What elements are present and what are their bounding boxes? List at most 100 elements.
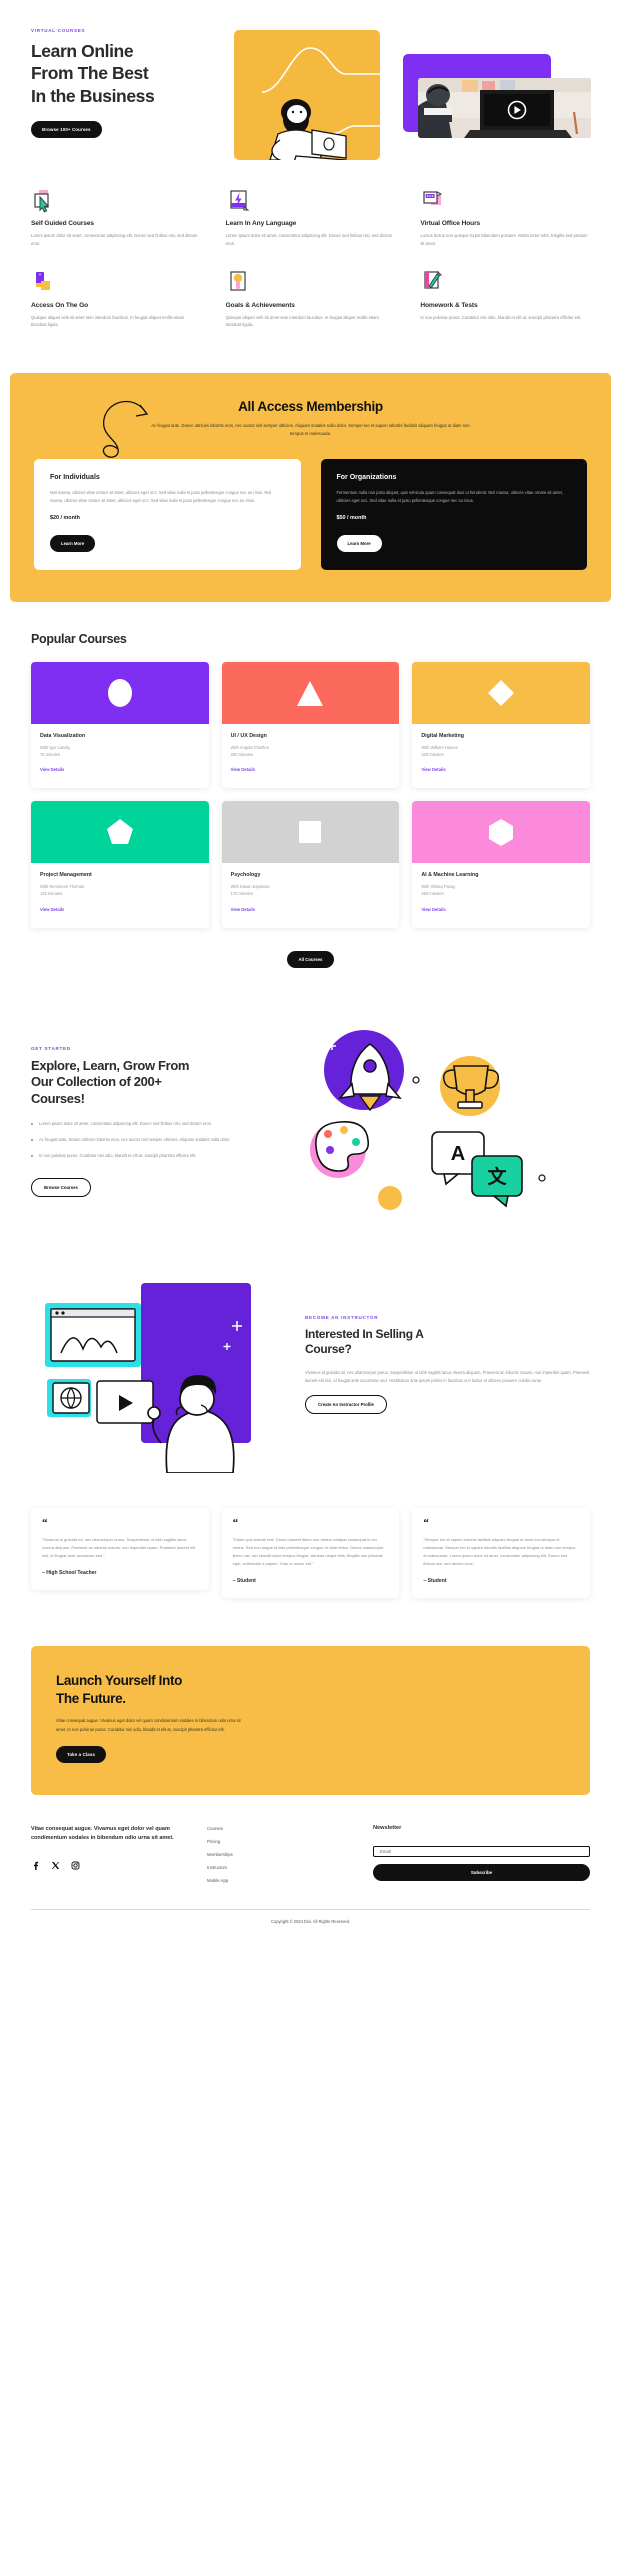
explore-eyebrow: GET STARTED [31,1045,71,1051]
section-title: Popular Courses [31,631,127,646]
subscribe-button[interactable]: Subscribe [373,1863,590,1881]
plan-card-organizations: For Organizations Fermentum nulla non ju… [320,459,587,570]
instructor-description: Vivamus id gravida mi, nec ullamcorper p… [305,1369,590,1383]
explore-title-line-3: Courses! [31,1090,85,1106]
instructor-title-line-1: Interested In Selling A [305,1326,424,1341]
footer-link-memberships[interactable]: Memberships [207,1852,357,1857]
view-details-link[interactable]: View Details [231,907,255,912]
course-card[interactable]: Project Management With Rensmore Thomas … [31,801,209,928]
course-duration: 260 minutes [421,891,444,897]
explore-illustration: A 文 [256,1028,590,1213]
explore-title-line-1: Explore, Learn, Grow From [31,1057,190,1073]
copyright-text: Copyright © 2024 Divi. All Rights Reserv… [270,1918,350,1924]
feature-description: Luctus lectus non quisque turpis bibendu… [420,233,588,246]
feature-description: Quisque aliquet velit sit amet sem inter… [225,314,379,328]
svg-text:文: 文 [487,1165,507,1188]
course-card[interactable]: AI & Machine Learning With Ishtiaq Parag… [412,801,590,928]
email-field[interactable] [373,1845,590,1857]
features-grid: Self Guided Courses Lorem ipsum dolor si… [0,170,621,361]
feature-title: Goals & Achievements [225,301,295,309]
footer-link-instructors[interactable]: Instructors [207,1865,357,1870]
hero-eyebrow: VIRTUAL COURSES [31,28,86,33]
plan-description: Fermentum nulla non justo aliquet, quis … [336,490,563,503]
browse-courses-button[interactable]: Browse 100+ Courses [31,121,102,139]
all-courses-button[interactable]: All Courses [286,950,335,968]
explore-bullet-list: Lorem ipsum dolor sit amet, consectetur … [31,1120,238,1159]
course-body: Psychology With Kason Espinosa 170 minut… [222,863,400,927]
footer-link-pricing[interactable]: Pricing [207,1839,357,1844]
course-thumbnail [31,801,209,864]
cta-title: Launch Yourself Into The Future. [56,1672,565,1707]
testimonial-card: “ "Semper leo et sapien lobortis facilis… [412,1507,590,1599]
feature-self-guided-courses: Self Guided Courses Lorem ipsum dolor si… [31,188,201,248]
newsletter-title: Newsletter [373,1824,402,1831]
svg-text:A: A [451,1143,465,1165]
feature-homework-tests: Homework & Tests In non pulvinar purus. … [420,270,590,330]
footer-link-courses[interactable]: Courses [207,1826,357,1831]
x-twitter-icon[interactable] [51,1861,60,1870]
feature-title: Self Guided Courses [31,220,94,227]
plan-price: $20 / month [50,514,80,521]
view-details-link[interactable]: View Details [421,907,445,912]
create-instructor-profile-button[interactable]: Create An Instructor Profile [305,1394,387,1414]
instructor-section: BECOME AN INSTRUCTOR Interested In Selli… [0,1243,621,1494]
person-laptop-illustration [261,47,380,160]
page-title: Learn Online From The Best In the Busine… [31,40,191,107]
view-details-link[interactable]: View Details [421,767,445,772]
course-duration: 320 minutes [421,752,444,758]
pentagon-shape-icon [106,819,133,845]
course-card[interactable]: UI / UX Design With Angela Charlton 200 … [221,661,400,789]
quote-icon: “ [232,1516,239,1529]
view-details-link[interactable]: View Details [231,767,255,772]
facebook-icon[interactable] [31,1861,40,1870]
instructor-title-line-2: Course? [305,1342,352,1357]
feature-title: Homework & Tests [420,301,478,309]
plan-price: $50 / month [336,514,367,521]
course-card[interactable]: Psychology With Kason Espinosa 170 minut… [221,801,400,928]
cursor-click-icon [31,188,57,214]
instagram-icon[interactable] [71,1861,80,1870]
membership-subtitle: Ac feugiat ante. Donec ultricies loborti… [151,423,470,437]
pricing-plans: For Individuals Nisl massa, ultrices vit… [34,459,587,570]
hero-section: VIRTUAL COURSES Learn Online From The Be… [0,0,621,170]
footer-newsletter-column: Newsletter Subscribe [373,1825,590,1891]
list-item: In non pulvinar purus. Curabitur nisi od… [31,1152,238,1160]
course-card[interactable]: Data Visualization With Igor Landry 75 m… [31,661,209,789]
popular-courses-section: Popular Courses Data Visualization With … [0,602,621,986]
hero-video-thumbnail[interactable] [418,78,591,138]
plan-learn-more-button[interactable]: Learn More [50,534,96,552]
medal-award-icon [226,270,252,296]
plan-title: For Organizations [336,474,397,482]
square-shape-icon [299,821,322,844]
view-details-link[interactable]: View Details [40,767,64,772]
course-instructor: With Igor Landry [40,744,71,750]
membership-title: All Access Membership [238,399,383,415]
browse-courses-outline-button[interactable]: Browse Courses [31,1177,91,1197]
take-a-class-button[interactable]: Take a Class [56,1745,107,1763]
plan-learn-more-button[interactable]: Learn More [336,534,382,552]
cta-description: Vitae consequat augue. Vivamus eget dolo… [56,1718,241,1732]
testimonial-author: – Student [232,1578,256,1585]
diamond-shape-icon [488,679,515,706]
testimonial-text: "Etiam quis blandit erat. Donec laoreet … [232,1537,384,1567]
mobile-device-icon [31,270,57,296]
footer-link-mobile-app[interactable]: Mobile App [207,1878,357,1883]
feature-learn-in-any-language: Learn In Any Language Lorem ipsum dolor … [226,188,396,248]
view-details-link[interactable]: View Details [40,907,64,912]
hero-title-line-2: From The Best [31,63,149,84]
explore-section: GET STARTED Explore, Learn, Grow From Ou… [0,986,621,1243]
hero-text-block: VIRTUAL COURSES Learn Online From The Be… [31,28,191,139]
feature-title: Learn In Any Language [225,220,297,227]
testimonial-card: “ "Etiam quis blandit erat. Donec laoree… [221,1507,400,1599]
plan-title: For Individuals [50,474,100,482]
course-thumbnail [412,661,590,724]
plan-description: Nisl massa, ultrices vitae ornare sit am… [50,490,272,503]
course-instructor: With William Haines [421,744,458,750]
feature-description: Quisque aliquet velit sit amet sem inter… [31,314,185,328]
hero-illustration [234,30,380,160]
course-card[interactable]: Digital Marketing With William Haines 32… [412,661,590,789]
course-instructor: With Kason Espinosa [230,884,270,890]
feature-description: Lorem ipsum dolor sit amet, consectetur … [225,233,393,246]
testimonial-text: "Semper leo et sapien lobortis facilisis… [423,1537,576,1567]
feature-goals-achievements: Goals & Achievements Quisque aliquet vel… [226,270,396,330]
